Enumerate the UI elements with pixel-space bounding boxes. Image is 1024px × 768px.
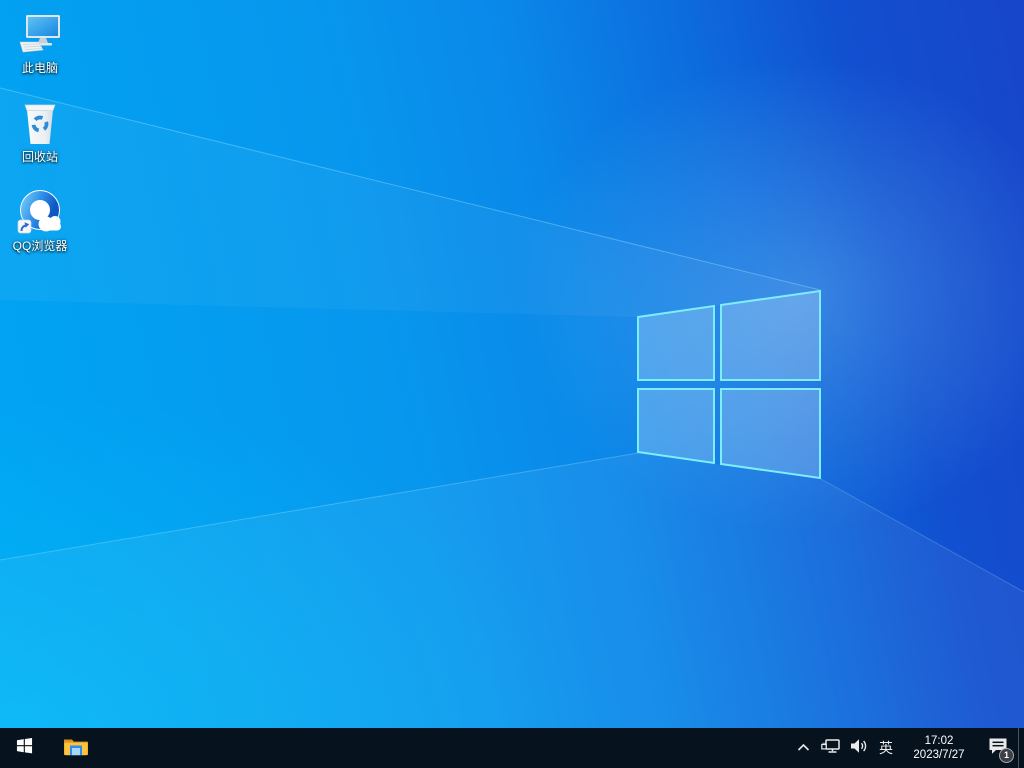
show-desktop-button[interactable] xyxy=(1018,728,1024,768)
desktop-wallpaper xyxy=(0,0,1024,768)
windows-logo xyxy=(638,291,820,478)
desktop-icon-qq-browser[interactable]: QQ浏览器 xyxy=(4,184,76,257)
volume-icon xyxy=(850,738,867,759)
this-pc-icon xyxy=(16,12,64,58)
start-button[interactable] xyxy=(0,728,48,768)
clock-time: 17:02 xyxy=(925,734,954,748)
ime-indicator[interactable]: 英 xyxy=(872,728,900,768)
desktop-icon-label: 回收站 xyxy=(22,150,58,164)
desktop-icon-grid: 此电脑 回收站 xyxy=(4,6,76,273)
recycle-bin-icon xyxy=(16,101,64,147)
file-explorer-button[interactable] xyxy=(52,728,100,768)
network-button[interactable] xyxy=(816,728,844,768)
action-center-button[interactable]: 1 xyxy=(978,728,1018,768)
chevron-up-icon xyxy=(797,739,810,757)
tray-expand-button[interactable] xyxy=(790,728,816,768)
file-explorer-icon xyxy=(63,734,89,762)
start-icon xyxy=(16,737,33,759)
desktop-icon-recycle-bin[interactable]: 回收站 xyxy=(4,95,76,168)
notification-count-badge: 1 xyxy=(999,748,1014,763)
ime-indicator-label: 英 xyxy=(879,738,893,758)
network-icon xyxy=(821,738,840,759)
taskbar-clock[interactable]: 17:02 2023/7/27 xyxy=(900,728,978,768)
taskbar: 英 17:02 2023/7/27 1 xyxy=(0,728,1024,768)
desktop-icon-label: 此电脑 xyxy=(22,61,58,75)
desktop-icon-label: QQ浏览器 xyxy=(13,239,68,253)
system-tray: 英 17:02 2023/7/27 1 xyxy=(790,728,1024,768)
desktop-icon-this-pc[interactable]: 此电脑 xyxy=(4,6,76,79)
wallpaper-light-rays xyxy=(0,0,1024,768)
clock-date: 2023/7/27 xyxy=(913,748,964,762)
volume-button[interactable] xyxy=(844,728,872,768)
qq-browser-icon xyxy=(16,190,64,236)
shortcut-arrow-overlay xyxy=(18,220,31,233)
